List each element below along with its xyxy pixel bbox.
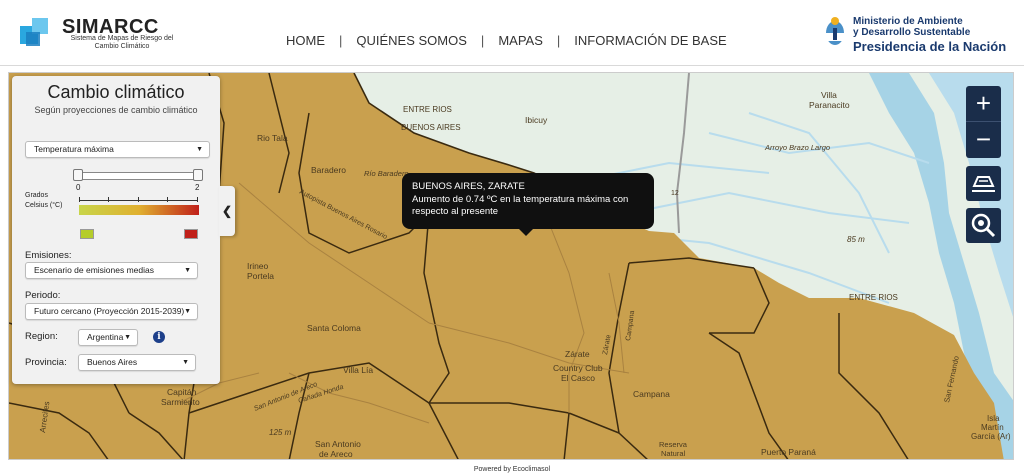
map-label-campana: Campana	[633, 389, 670, 399]
map-label-country-2: El Casco	[561, 373, 595, 383]
national-seal-icon	[826, 17, 844, 45]
provincia-label: Provincia:	[25, 357, 67, 368]
variable-select[interactable]: Temperatura máxima ▼	[25, 141, 210, 158]
map-label-elev-85: 85 m	[847, 235, 865, 244]
map-label-villa-paranacito-1: Villa	[821, 90, 837, 100]
provincia-select-value: Buenos Aires	[87, 357, 138, 367]
emisiones-select-value: Escenario de emisiones medias	[34, 265, 155, 275]
provincia-select[interactable]: Buenos Aires ▼	[78, 354, 196, 371]
zoom-out-button[interactable]: −	[966, 122, 1001, 158]
map-label-santa-coloma: Santa Coloma	[307, 323, 361, 333]
map-label-puerto: Puerto Paraná	[761, 447, 816, 457]
chevron-down-icon: ▼	[182, 359, 189, 366]
map-label-baradero: Baradero	[311, 165, 346, 175]
range-slider-min-handle[interactable]	[73, 169, 83, 181]
main-nav: HOME | QUIÉNES SOMOS | MAPAS | INFORMACI…	[286, 33, 727, 48]
map-label-zarate: Zárate	[565, 349, 590, 359]
emisiones-label: Emisiones:	[25, 250, 72, 261]
legend-label-1: Grados	[25, 192, 48, 199]
map-label-reserva-2: Natural	[661, 449, 686, 458]
map-label-elev-125: 125 m	[269, 428, 292, 437]
legend-label-2: Celsius (°C)	[25, 202, 63, 209]
map-label-irineo-2: Portela	[247, 271, 274, 281]
map-label-san-antonio-2: de Areco	[319, 449, 353, 459]
range-slider-track[interactable]	[77, 172, 199, 180]
map-label-entre-rios-1: ENTRE RIOS	[403, 105, 452, 114]
footer-powered-by: Powered by Ecoclimasol	[473, 466, 551, 473]
filter-panel: Cambio climático Según proyecciones de c…	[12, 76, 220, 384]
magnifier-icon	[971, 213, 996, 238]
chevron-down-icon: ▼	[196, 146, 203, 153]
legend-scale-tick	[79, 197, 80, 202]
ministry-line-2: y Desarrollo Sustentable	[853, 27, 971, 38]
zoom-in-button[interactable]: +	[966, 86, 1001, 122]
range-slider-max-handle[interactable]	[193, 169, 203, 181]
legend-scale-tick	[138, 197, 139, 202]
collapse-panel-button[interactable]: ❮	[219, 186, 235, 236]
panel-title: Cambio climático	[47, 82, 185, 102]
ministry-line-3: Presidencia de la Nación	[853, 39, 1007, 54]
region-select[interactable]: Argentina ▼	[78, 329, 138, 346]
variable-select-value: Temperatura máxima	[34, 144, 114, 154]
map-label-san-antonio-1: San Antonio	[315, 439, 361, 449]
zoom-control: + −	[966, 86, 1001, 158]
emisiones-select[interactable]: Escenario de emisiones medias ▼	[25, 262, 198, 279]
map-layers-icon	[972, 176, 995, 192]
map-label-rio-tala: Rio Tala	[257, 133, 288, 143]
map-label-ibicuy: Ibicuy	[525, 115, 548, 125]
legend-swatch-high	[184, 229, 198, 239]
periodo-select-value: Futuro cercano (Proyección 2015-2039)	[34, 306, 185, 316]
map-label-country-1: Country Club	[553, 363, 603, 373]
tooltip-text: Aumento de 0.74 ºC en la temperatura máx…	[412, 193, 629, 218]
legend-color-ramp	[79, 205, 199, 215]
simarcc-logo-icon	[20, 18, 48, 46]
map-label-capitan-2: Sarmiento	[161, 397, 200, 407]
chevron-down-icon: ▼	[184, 267, 191, 274]
header: SIMARCC Sistema de Mapas de Riesgo del C…	[0, 0, 1024, 66]
map-label-road-12: 12	[671, 190, 679, 197]
chevron-down-icon: ▼	[184, 308, 191, 315]
nav-separator: |	[480, 33, 485, 48]
ministry-line-1: Ministerio de Ambiente	[853, 16, 963, 27]
info-icon[interactable]: i	[153, 331, 165, 343]
chevron-left-icon: ❮	[221, 204, 233, 218]
map-label-buenos-aires: BUENOS AIRES	[401, 123, 461, 132]
legend-scale-tick	[108, 197, 109, 202]
nav-quienes-somos[interactable]: QUIÉNES SOMOS	[356, 33, 467, 48]
range-min-label: 0	[76, 183, 81, 192]
map-label-isla-1: Isla	[987, 414, 1000, 423]
nav-informacion-de-base[interactable]: INFORMACIÓN DE BASE	[574, 33, 726, 48]
map-tooltip: BUENOS AIRES, ZARATE Aumento de 0.74 ºC …	[402, 173, 654, 236]
map-label-arroyo: Arroyo Brazo Largo	[764, 143, 830, 152]
map-label-villa-lia: Villa Lía	[343, 365, 373, 375]
map-label-villa-paranacito-2: Paranacito	[809, 100, 850, 110]
legend-scale-tick	[197, 197, 198, 202]
map-label-capitan-1: Capitán	[167, 387, 197, 397]
map-label-isla-2: Martín	[981, 423, 1004, 432]
periodo-select[interactable]: Futuro cercano (Proyección 2015-2039) ▼	[25, 303, 198, 320]
nav-separator: |	[339, 33, 343, 48]
nav-separator: |	[556, 33, 561, 48]
app-subtitle: Sistema de Mapas de Riesgo del Cambio Cl…	[70, 35, 174, 50]
chevron-down-icon: ▼	[124, 334, 131, 341]
map-label-isla-3: García (Ar)	[971, 432, 1011, 441]
zoom-extent-button[interactable]	[966, 208, 1001, 243]
legend-scale-tick	[167, 197, 168, 202]
map-label-entre-rios-2: ENTRE RIOS	[849, 293, 898, 302]
tooltip-title: BUENOS AIRES, ZARATE	[412, 181, 525, 192]
region-select-value: Argentina	[87, 332, 124, 342]
range-max-label: 2	[195, 183, 200, 192]
legend-swatch-low	[80, 229, 94, 239]
region-label: Region:	[25, 331, 58, 342]
periodo-label: Periodo:	[25, 290, 61, 301]
map-label-reserva-1: Reserva	[659, 440, 688, 449]
nav-home[interactable]: HOME	[286, 33, 325, 48]
nav-mapas[interactable]: MAPAS	[498, 33, 543, 48]
basemap-button[interactable]	[966, 166, 1001, 201]
map-label-irineo-1: Irineo	[247, 261, 269, 271]
panel-subtitle: Según proyecciones de cambio climático	[34, 105, 198, 115]
